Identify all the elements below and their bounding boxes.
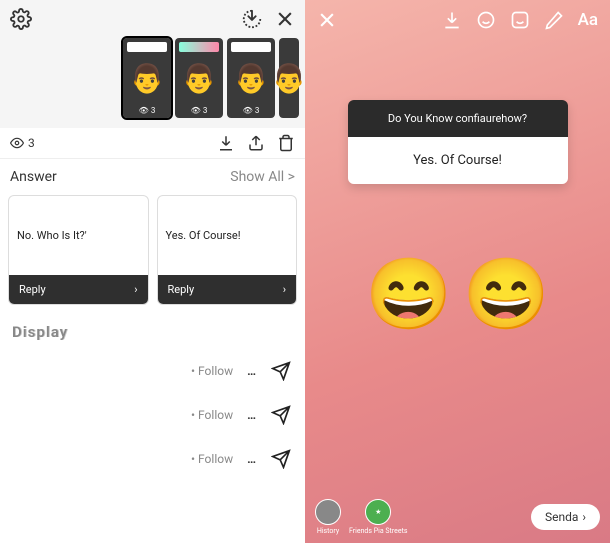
chevron-right-icon: › <box>283 283 286 296</box>
draw-icon[interactable] <box>544 10 564 30</box>
follow-button[interactable]: • Follow <box>191 408 233 422</box>
view-count: 3 <box>28 136 35 150</box>
story-thumbnail[interactable]: 👨 👁 3 <box>227 38 275 118</box>
follow-button[interactable]: • Follow <box>191 452 233 466</box>
send-icon[interactable] <box>271 449 291 469</box>
emoji-stickers: 😄 😄 <box>305 254 610 336</box>
viewer-bar: 3 <box>0 128 305 159</box>
poll-answer: Yes. Of Course! <box>348 137 568 184</box>
right-topbar: Aa <box>305 0 610 40</box>
story-thumbnails: 👨 👁 3 👨 👁 3 👨 👁 3 👨 <box>0 38 305 126</box>
reply-button[interactable]: Reply <box>168 283 195 296</box>
right-screen: Aa Do You Know confiaurehow? Yes. Of Cou… <box>305 0 610 543</box>
grin-emoji[interactable]: 😄 <box>463 254 550 336</box>
answer-text: No. Who Is It?' <box>9 196 148 275</box>
settings-icon[interactable] <box>10 8 32 30</box>
list-item: • Follow … <box>0 349 305 393</box>
chevron-right-icon: › <box>134 283 137 296</box>
send-icon[interactable] <box>271 361 291 381</box>
share-target-history[interactable]: History <box>315 499 341 535</box>
text-tool[interactable]: Aa <box>578 10 598 30</box>
answer-card[interactable]: No. Who Is It?' Reply › <box>8 195 149 305</box>
grin-emoji[interactable]: 😄 <box>365 254 452 336</box>
story-thumbnail[interactable]: 👨 👁 3 <box>175 38 223 118</box>
more-icon[interactable]: … <box>247 408 257 422</box>
download-icon[interactable] <box>442 10 462 30</box>
more-icon[interactable]: … <box>247 364 257 378</box>
trash-icon[interactable] <box>277 134 295 152</box>
eye-icon <box>10 136 24 150</box>
story-thumbnail[interactable]: 👨 <box>279 38 299 118</box>
left-screen: 👨 👁 3 👨 👁 3 👨 👁 3 👨 3 <box>0 0 305 543</box>
answer-text: Yes. Of Course! <box>158 196 297 275</box>
share-target-friends[interactable]: ★ Friends Pia Streets <box>349 499 407 535</box>
poll-question: Do You Know confiaurehow? <box>348 100 568 137</box>
left-topbar <box>0 0 305 38</box>
show-all-link[interactable]: Show All > <box>230 169 295 185</box>
story-thumbnail[interactable]: 👨 👁 3 <box>123 38 171 118</box>
answer-card[interactable]: Yes. Of Course! Reply › <box>157 195 298 305</box>
save-progress-icon[interactable] <box>241 8 263 30</box>
download-icon[interactable] <box>217 134 235 152</box>
answers-header: Answer Show All > <box>0 159 305 195</box>
reply-button[interactable]: Reply <box>19 283 46 296</box>
effects-icon[interactable] <box>476 10 496 30</box>
share-bar: History ★ Friends Pia Streets Senda › <box>305 499 610 535</box>
close-icon[interactable] <box>275 9 295 29</box>
answer-cards: No. Who Is It?' Reply › Yes. Of Course! … <box>0 195 305 315</box>
follow-button[interactable]: • Follow <box>191 364 233 378</box>
send-icon[interactable] <box>271 405 291 425</box>
poll-sticker[interactable]: Do You Know confiaurehow? Yes. Of Course… <box>348 100 568 184</box>
list-item: • Follow … <box>0 393 305 437</box>
sticker-icon[interactable] <box>510 10 530 30</box>
viewer-list: • Follow … • Follow … • Follow … <box>0 349 305 543</box>
display-label: Display <box>0 315 305 349</box>
more-icon[interactable]: … <box>247 452 257 466</box>
share-icon[interactable] <box>247 134 265 152</box>
chevron-right-icon: › <box>582 510 586 524</box>
list-item: • Follow … <box>0 437 305 481</box>
close-icon[interactable] <box>317 10 337 30</box>
send-to-button[interactable]: Senda › <box>531 504 600 530</box>
answers-label: Answer <box>10 169 57 185</box>
